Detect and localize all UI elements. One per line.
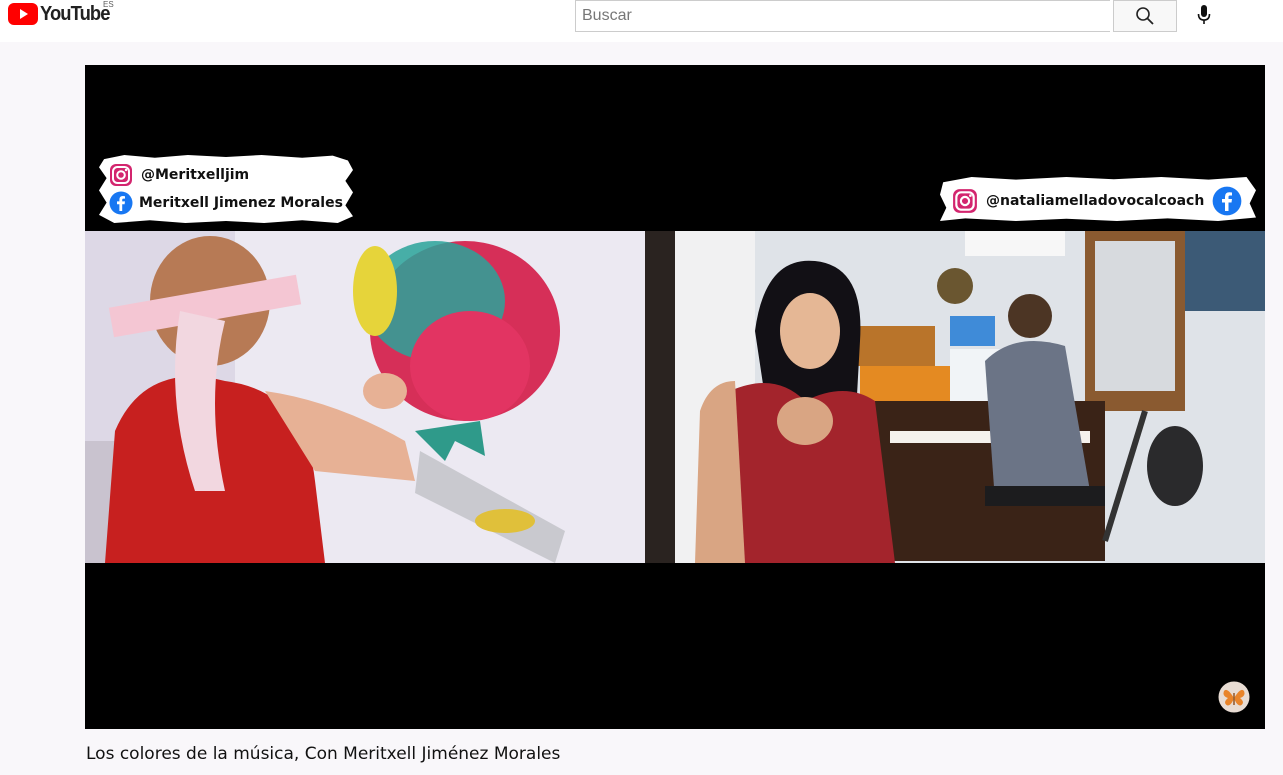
instagram-icon bbox=[953, 189, 977, 213]
video-title: Los colores de la música, Con Meritxell … bbox=[86, 744, 561, 764]
facebook-name-left: Meritxell Jimenez Morales bbox=[139, 195, 343, 211]
facebook-icon bbox=[1212, 186, 1242, 216]
region-code: ES bbox=[103, 0, 114, 9]
voice-search-button[interactable] bbox=[1190, 2, 1218, 28]
logo-text: YouTube bbox=[40, 2, 110, 25]
top-bar: YouTube ES Buscar bbox=[0, 0, 1283, 42]
instagram-handle-left: @Meritxelljim bbox=[141, 167, 250, 183]
video-frame-right bbox=[675, 231, 1265, 563]
search-button[interactable] bbox=[1113, 0, 1177, 32]
butterfly-logo-icon bbox=[1218, 681, 1250, 713]
search-icon bbox=[1136, 7, 1154, 25]
instagram-handle-right: @nataliamelladovocalcoach bbox=[986, 193, 1205, 209]
instagram-icon bbox=[110, 164, 132, 186]
social-tag-right: @nataliamelladovocalcoach bbox=[940, 177, 1256, 221]
social-tag-left: @Meritxelljim Meritxell Jimenez Morales bbox=[99, 155, 353, 223]
youtube-play-icon bbox=[8, 3, 38, 25]
search-input[interactable]: Buscar bbox=[575, 0, 1110, 32]
microphone-icon bbox=[1197, 5, 1211, 24]
facebook-icon bbox=[109, 191, 133, 215]
video-player[interactable]: @Meritxelljim Meritxell Jimenez Morales … bbox=[85, 65, 1265, 729]
youtube-logo[interactable]: YouTube bbox=[8, 2, 116, 26]
video-frame-left bbox=[85, 231, 675, 563]
